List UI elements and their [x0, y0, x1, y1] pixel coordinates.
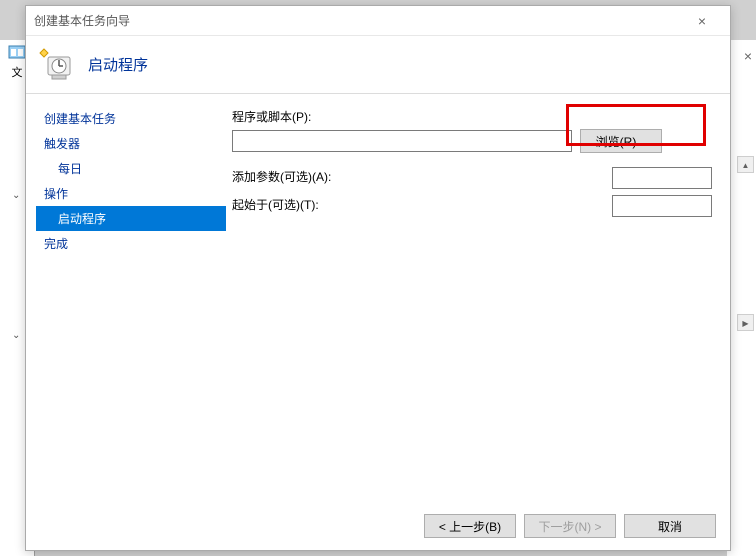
startin-row: 起始于(可选)(T): [232, 195, 712, 217]
close-button[interactable]: × [682, 13, 722, 29]
chevron-down-icon[interactable]: ⌄ [12, 330, 20, 341]
browse-button[interactable]: 浏览(R)... [580, 129, 662, 153]
wizard-content: 程序或脚本(P): 浏览(R)... 添加参数(可选)(A): 起始于(可选)(… [226, 94, 730, 502]
sidebar-item-finish[interactable]: 完成 [36, 231, 226, 256]
sidebar-item-create-task[interactable]: 创建基本任务 [36, 106, 226, 131]
task-scheduler-icon [8, 44, 26, 60]
background-close-icon[interactable]: × [744, 48, 752, 64]
program-script-input[interactable] [232, 130, 572, 152]
arguments-label: 添加参数(可选)(A): [232, 168, 331, 185]
wizard-header: 启动程序 [26, 36, 730, 94]
sidebar-item-action[interactable]: 操作 [36, 181, 226, 206]
wizard-footer: < 上一步(B) 下一步(N) > 取消 [26, 502, 730, 550]
wizard-header-title: 启动程序 [88, 54, 148, 75]
arguments-input[interactable] [612, 167, 712, 189]
wizard-sidebar: 创建基本任务 触发器 每日 操作 启动程序 完成 [26, 94, 226, 502]
sidebar-item-start-program[interactable]: 启动程序 [36, 206, 226, 231]
scroll-up-icon[interactable]: ▲ [737, 156, 754, 173]
wizard-header-icon [38, 47, 74, 83]
chevron-down-icon[interactable]: ⌄ [12, 190, 20, 201]
wizard-body: 创建基本任务 触发器 每日 操作 启动程序 完成 程序或脚本(P): 浏览(R)… [26, 94, 730, 502]
cancel-button[interactable]: 取消 [624, 514, 716, 538]
start-in-input[interactable] [612, 195, 712, 217]
sidebar-item-daily[interactable]: 每日 [36, 156, 226, 181]
window-title: 创建基本任务向导 [34, 12, 682, 29]
titlebar: 创建基本任务向导 × [26, 6, 730, 36]
start-in-label: 起始于(可选)(T): [232, 196, 319, 213]
program-script-label: 程序或脚本(P): [232, 108, 712, 125]
program-row: 浏览(R)... [232, 129, 712, 153]
sidebar-item-trigger[interactable]: 触发器 [36, 131, 226, 156]
scroll-right-icon[interactable]: ▶ [737, 314, 754, 331]
wizard-dialog: 创建基本任务向导 × 启动程序 创建基本任务 触发器 每日 操作 启动程序 完成 [25, 5, 731, 551]
next-button[interactable]: 下一步(N) > [524, 514, 616, 538]
args-row: 添加参数(可选)(A): [232, 167, 712, 189]
back-button[interactable]: < 上一步(B) [424, 514, 516, 538]
